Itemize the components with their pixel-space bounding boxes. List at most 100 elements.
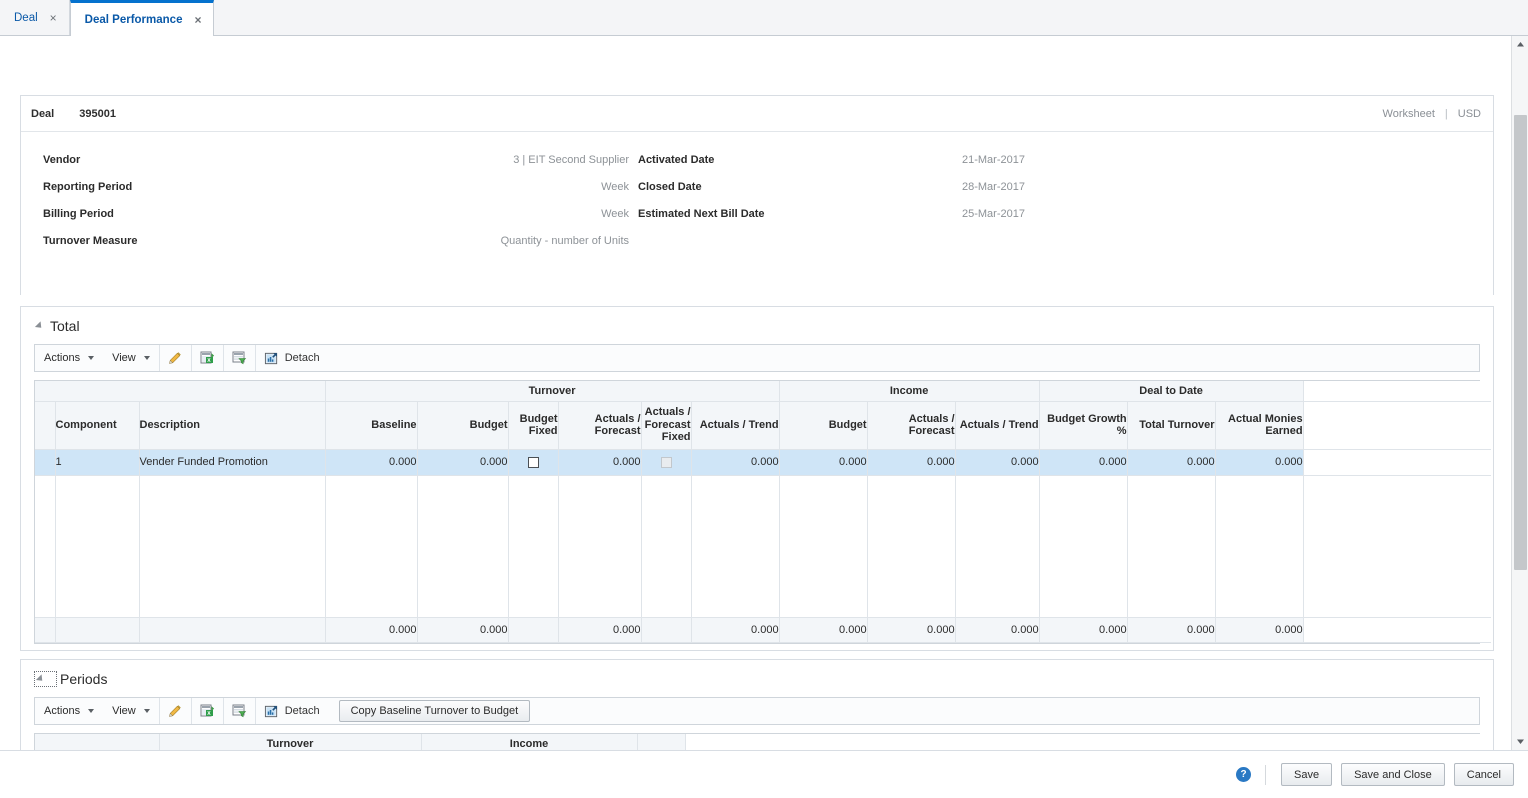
collapse-periods-icon[interactable]	[35, 673, 46, 684]
total-section-title: Total	[50, 317, 80, 334]
worksheet-label: Worksheet	[1382, 107, 1435, 120]
budget-fixed-checkbox[interactable]	[527, 456, 539, 468]
cell-income-actuals-trend[interactable]: 0.000	[955, 449, 1040, 476]
periods-query-by-example-button[interactable]	[224, 698, 255, 724]
cell-turnover-baseline[interactable]: 0.000	[325, 449, 418, 476]
col-turnover-baseline[interactable]: Baseline	[325, 401, 418, 450]
total-view-menu[interactable]: View	[103, 345, 159, 371]
detach-icon	[264, 704, 279, 719]
filler-cell	[1039, 475, 1128, 618]
footer-actual-monies-earned: 0.000	[1215, 617, 1304, 643]
chevron-down-icon	[143, 709, 150, 713]
col-turnover-actuals-forecast-fixed[interactable]: Actuals / Forecast Fixed	[641, 401, 692, 450]
col-income-actuals-forecast[interactable]: Actuals / Forecast	[867, 401, 956, 450]
total-actions-menu[interactable]: Actions	[35, 345, 103, 371]
col-actual-monies-earned[interactable]: Actual Monies Earned	[1215, 401, 1304, 450]
collapse-total-icon[interactable]	[34, 320, 45, 331]
cell-income-budget[interactable]: 0.000	[779, 449, 868, 476]
pencil-icon	[167, 350, 183, 366]
cell-turnover-actuals-forecast-fixed	[641, 449, 692, 476]
cell-turnover-budget-fixed[interactable]	[508, 449, 559, 476]
col-budget-growth-pct[interactable]: Budget Growth %	[1039, 401, 1128, 450]
periods-table: Turnover Income Period End Baseline Budg…	[35, 734, 1482, 750]
cell-turnover-actuals-forecast[interactable]: 0.000	[558, 449, 642, 476]
col-description[interactable]: Description	[139, 401, 326, 450]
deal-field-row: Vendor 3 | EIT Second Supplier Activated…	[21, 146, 1493, 173]
footer-turnover-baseline: 0.000	[325, 617, 418, 643]
periods-header-focus[interactable]	[34, 670, 57, 687]
total-query-by-example-button[interactable]	[224, 345, 255, 371]
filler-cell	[691, 475, 780, 618]
help-icon[interactable]: ?	[1236, 767, 1251, 782]
scroll-down-button[interactable]	[1512, 733, 1528, 750]
page-content: Deal 395001 Worksheet | USD Vendor 3 | E…	[0, 36, 1528, 750]
save-and-close-button[interactable]: Save and Close	[1341, 763, 1445, 786]
col-turnover-actuals-forecast[interactable]: Actuals / Forecast	[558, 401, 642, 450]
scrollbar-thumb[interactable]	[1514, 115, 1527, 570]
deal-label: Deal	[31, 107, 55, 120]
periods-group-spacer	[685, 734, 1482, 750]
filler-cell	[1215, 475, 1304, 618]
scrollbar-track[interactable]	[1512, 53, 1528, 733]
col-turnover-budget[interactable]: Budget	[417, 401, 509, 450]
total-edit-button[interactable]	[160, 345, 191, 371]
footer-turnover-budget-fixed	[508, 617, 559, 643]
deal-summary-panel: Deal 395001 Worksheet | USD Vendor 3 | E…	[20, 95, 1494, 295]
cell-turnover-budget[interactable]: 0.000	[417, 449, 509, 476]
periods-group-header-row: Turnover Income	[35, 734, 1482, 750]
tab-deal-performance[interactable]: Deal Performance ×	[69, 0, 215, 36]
deal-field-closed-date: Closed Date 28-Mar-2017	[629, 181, 1229, 193]
footer-row-indicator	[35, 617, 56, 643]
total-export-to-excel-button[interactable]	[192, 345, 223, 371]
cell-component[interactable]: 1	[55, 449, 140, 476]
periods-group-turnover: Turnover	[159, 734, 422, 750]
activated-date-value: 21-Mar-2017	[962, 153, 1025, 166]
periods-actions-label: Actions	[44, 705, 81, 717]
periods-export-to-excel-button[interactable]	[192, 698, 223, 724]
tab-deal-close-icon[interactable]: ×	[50, 12, 57, 24]
vertical-scrollbar[interactable]	[1511, 36, 1528, 750]
footer-turnover-actuals-forecast: 0.000	[558, 617, 642, 643]
total-column-header-row: Component Description Baseline Budget Bu…	[35, 401, 1492, 450]
footer-description	[139, 617, 326, 643]
total-toolbar: Actions View Detach	[34, 344, 1480, 372]
group-income: Income	[779, 381, 1040, 402]
footer-total-turnover: 0.000	[1127, 617, 1216, 643]
col-turnover-actuals-trend[interactable]: Actuals / Trend	[691, 401, 780, 450]
filler-cell	[35, 475, 56, 618]
cell-description[interactable]: Vender Funded Promotion	[139, 449, 326, 476]
tab-deal[interactable]: Deal ×	[0, 0, 70, 35]
col-total-turnover[interactable]: Total Turnover	[1127, 401, 1216, 450]
footer-income-actuals-trend: 0.000	[955, 617, 1040, 643]
deal-performance-page: Deal × Deal Performance × Deal 395001 Wo…	[0, 0, 1528, 798]
cell-budget-growth-pct[interactable]: 0.000	[1039, 449, 1128, 476]
total-section-header: Total	[21, 307, 1493, 344]
col-component[interactable]: Component	[55, 401, 140, 450]
periods-detach-label: Detach	[284, 705, 320, 717]
deal-fields: Vendor 3 | EIT Second Supplier Activated…	[21, 132, 1493, 254]
periods-detach-button[interactable]: Detach	[256, 698, 330, 724]
save-button[interactable]: Save	[1281, 763, 1333, 786]
periods-actions-menu[interactable]: Actions	[35, 698, 103, 724]
cell-total-turnover[interactable]: 0.000	[1127, 449, 1216, 476]
footer-action-bar: ? Save Save and Close Cancel	[0, 750, 1528, 798]
periods-view-menu[interactable]: View	[103, 698, 159, 724]
tab-deal-performance-close-icon[interactable]: ×	[194, 14, 201, 26]
periods-edit-button[interactable]	[160, 698, 191, 724]
filler-cell	[955, 475, 1040, 618]
total-view-label: View	[112, 352, 136, 364]
deal-number: 395001	[79, 107, 116, 120]
col-income-actuals-trend[interactable]: Actuals / Trend	[955, 401, 1040, 450]
cell-turnover-actuals-trend[interactable]: 0.000	[691, 449, 780, 476]
cell-actual-monies-earned[interactable]: 0.000	[1215, 449, 1304, 476]
total-detach-button[interactable]: Detach	[256, 345, 330, 371]
col-turnover-budget-fixed[interactable]: Budget Fixed	[508, 401, 559, 450]
col-income-budget[interactable]: Budget	[779, 401, 868, 450]
cell-income-actuals-forecast[interactable]: 0.000	[867, 449, 956, 476]
cancel-button[interactable]: Cancel	[1453, 763, 1514, 786]
copy-baseline-turnover-to-budget-button[interactable]: Copy Baseline Turnover to Budget	[338, 700, 531, 722]
table-row[interactable]: 1 Vender Funded Promotion 0.000 0.000 0.…	[35, 449, 1492, 476]
scroll-up-button[interactable]	[1512, 36, 1528, 53]
filler-cell	[55, 475, 140, 618]
vendor-value: 3 | EIT Second Supplier	[513, 153, 629, 166]
